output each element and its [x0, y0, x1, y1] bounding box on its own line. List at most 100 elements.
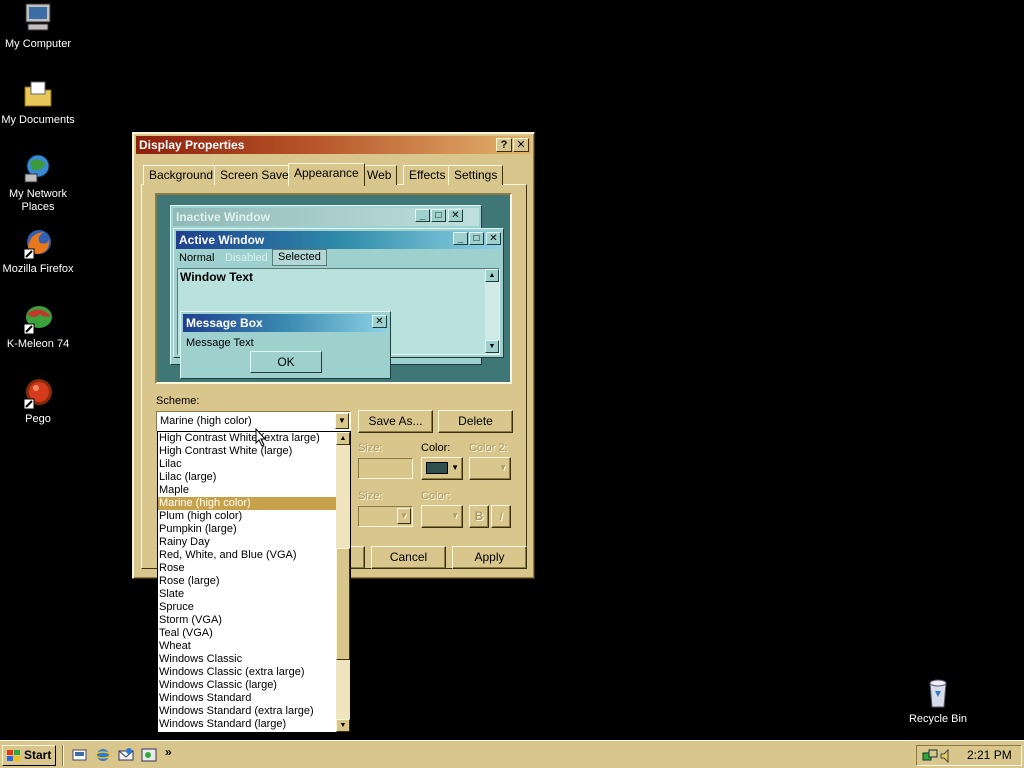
window-titlebar[interactable]: Display Properties ? ✕ [136, 136, 531, 154]
list-item[interactable]: Maple [158, 484, 338, 497]
desktop-icon-label: Recycle Bin [908, 713, 968, 725]
desktop-icon-label: Pego [25, 413, 51, 425]
scroll-down-icon: ▼ [485, 340, 499, 353]
preview-menu-selected: Selected [272, 249, 327, 266]
size-label: Size: [358, 442, 383, 454]
close-button[interactable]: ✕ [513, 138, 529, 152]
scrollbar-thumb[interactable] [336, 548, 350, 660]
list-item[interactable]: Spruce [158, 601, 338, 614]
network-icon[interactable] [922, 748, 938, 764]
windows-logo-icon [7, 750, 20, 761]
volume-icon[interactable] [939, 748, 955, 764]
save-as-button[interactable]: Save As... [358, 410, 433, 433]
close-icon: ✕ [448, 209, 463, 222]
list-item[interactable]: High Contrast White (extra large) [158, 432, 338, 445]
preview-menu-normal: Normal [179, 252, 215, 264]
list-item[interactable]: Windows Classic (large) [158, 679, 338, 692]
list-item[interactable]: Plum (high color) [158, 510, 338, 523]
list-item[interactable]: Wheat [158, 640, 338, 653]
help-button[interactable]: ? [496, 138, 512, 152]
desktop-icon-network-places[interactable]: My Network Places [0, 152, 76, 214]
desktop-icon-label: My Network [8, 188, 68, 200]
desktop-icon-my-computer[interactable]: My Computer [0, 2, 76, 51]
start-label: Start [24, 748, 52, 762]
start-button[interactable]: Start [2, 745, 56, 766]
list-item[interactable]: Slate [158, 588, 338, 601]
my-computer-icon [22, 2, 54, 34]
desktop-icon-k-meleon[interactable]: K-Meleon 74 [0, 302, 76, 351]
media-player-icon[interactable] [141, 747, 157, 763]
scheme-value: Marine (high color) [160, 415, 252, 427]
clock[interactable]: 2:21 PM [967, 748, 1012, 762]
window-title: Display Properties [139, 138, 245, 152]
scheme-list-scrollbar[interactable]: ▲ ▼ [336, 432, 350, 732]
font-color-button[interactable]: ▼ [421, 505, 463, 528]
list-item[interactable]: Windows Standard [158, 692, 338, 705]
bold-button[interactable]: B [469, 505, 489, 528]
desktop-icon-label: Places [21, 201, 55, 213]
scroll-down-icon[interactable]: ▼ [336, 719, 350, 732]
tab-web[interactable]: Web [361, 165, 398, 185]
close-icon: ✕ [516, 139, 526, 151]
show-desktop-icon[interactable] [72, 747, 88, 763]
maximize-icon: □ [431, 209, 446, 222]
list-item[interactable]: Windows Standard (extra large) [158, 705, 338, 718]
desktop-icon-firefox[interactable]: Mozilla Firefox [0, 227, 76, 276]
desktop-icon-label: My Documents [1, 114, 75, 126]
desktop-icon-pego[interactable]: Pego [0, 377, 76, 426]
preview-menu-disabled: Disabled [225, 252, 268, 264]
apply-button[interactable]: Apply [452, 546, 527, 569]
desktop-icon-recycle-bin[interactable]: Recycle Bin [900, 677, 976, 726]
list-item[interactable]: Windows Standard (large) [158, 718, 338, 731]
color-swatch [426, 462, 448, 474]
list-item[interactable]: Rose [158, 562, 338, 575]
internet-explorer-icon[interactable] [95, 747, 111, 763]
size-spinner[interactable] [358, 458, 413, 479]
appearance-preview[interactable]: Inactive Window _ □ ✕ Active Window _ □ … [155, 193, 512, 384]
tab-appearance[interactable]: Appearance [288, 163, 365, 186]
list-item-selected[interactable]: Marine (high color) [158, 497, 338, 510]
list-item[interactable]: Rose (large) [158, 575, 338, 588]
list-item[interactable]: Rainy Day [158, 536, 338, 549]
quick-launch-chevron[interactable]: » [165, 745, 172, 759]
outlook-express-icon[interactable] [118, 747, 134, 763]
scheme-combo[interactable]: Marine (high color) ▼ [156, 411, 351, 432]
color-picker-button[interactable]: ▼ [421, 457, 463, 480]
preview-window-text: Window Text [180, 270, 253, 284]
k-meleon-icon [22, 302, 54, 335]
mouse-cursor-icon [255, 428, 267, 447]
tab-settings[interactable]: Settings [448, 165, 504, 185]
list-item[interactable]: Teal (VGA) [158, 627, 338, 640]
chevron-down-icon[interactable]: ▼ [335, 413, 349, 429]
list-item[interactable]: Red, White, and Blue (VGA) [158, 549, 338, 562]
list-item[interactable]: Lilac (large) [158, 471, 338, 484]
font-size-combo[interactable]: ▼ [358, 506, 413, 527]
font-color-label: Color: [421, 490, 451, 502]
list-item[interactable]: Windows Classic [158, 653, 338, 666]
tab-effects[interactable]: Effects [403, 165, 452, 185]
close-icon: ✕ [486, 232, 501, 245]
list-item[interactable]: Lilac [158, 458, 338, 471]
tab-screen-saver[interactable]: Screen Saver [214, 165, 299, 185]
cancel-button[interactable]: Cancel [371, 546, 446, 569]
scroll-up-icon: ▲ [485, 269, 499, 282]
chevron-down-icon: ▼ [451, 463, 459, 472]
color2-picker-button[interactable]: ▼ [469, 457, 511, 480]
scheme-list[interactable]: High Contrast White (extra large) High C… [158, 432, 338, 731]
preview-message-text: Message Text [186, 337, 254, 349]
list-item[interactable]: Windows Classic (extra large) [158, 666, 338, 679]
my-documents-icon [22, 78, 54, 110]
italic-button[interactable]: I [491, 505, 511, 528]
scroll-up-icon[interactable]: ▲ [336, 432, 350, 445]
taskbar-separator [62, 745, 64, 766]
list-item[interactable]: Storm (VGA) [158, 614, 338, 627]
tab-background[interactable]: Background [143, 165, 220, 185]
list-item[interactable]: High Contrast White (large) [158, 445, 338, 458]
desktop-icon-my-documents[interactable]: My Documents [0, 78, 76, 127]
delete-button[interactable]: Delete [438, 410, 513, 433]
list-item[interactable]: Pumpkin (large) [158, 523, 338, 536]
scheme-dropdown-list[interactable]: High Contrast White (extra large) High C… [157, 431, 351, 733]
desktop-icon-label: Mozilla Firefox [2, 263, 74, 275]
chevron-down-icon[interactable]: ▼ [397, 508, 411, 524]
recycle-bin-icon [922, 677, 954, 709]
